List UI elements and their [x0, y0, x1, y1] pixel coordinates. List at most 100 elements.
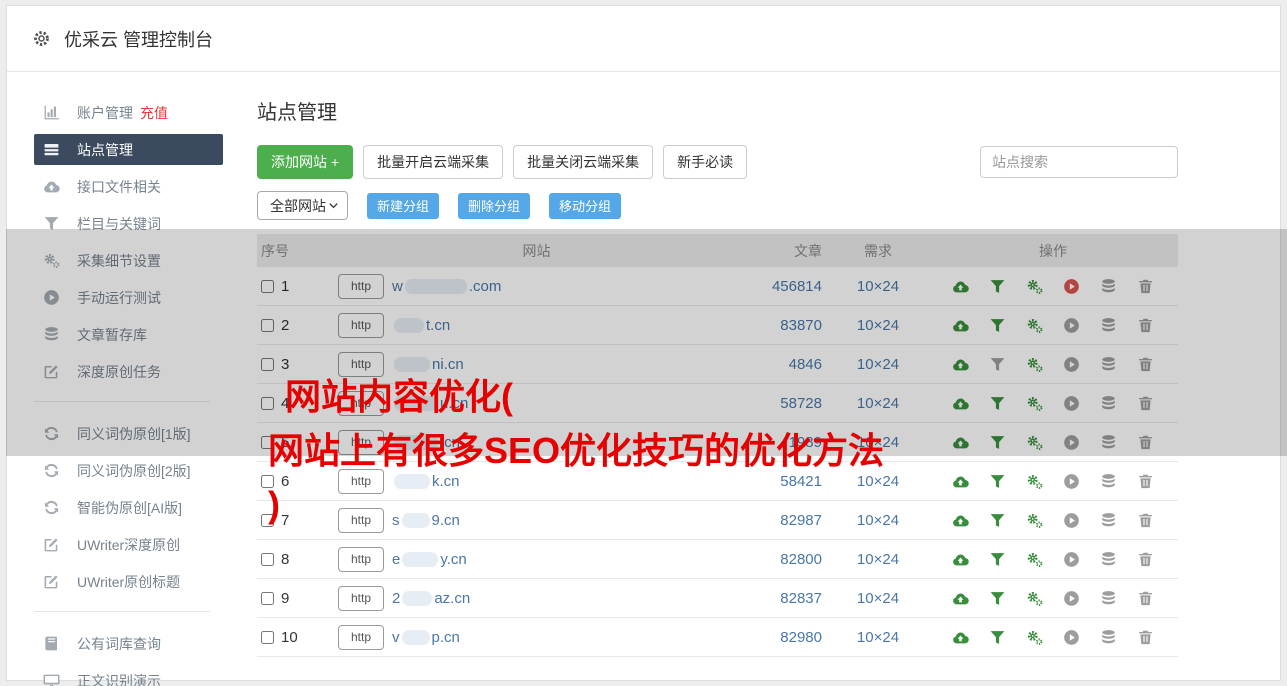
site-domain-link[interactable]: s 9.cn [392, 512, 460, 529]
row-checkbox[interactable] [261, 318, 274, 332]
play-circle-button[interactable] [1063, 356, 1080, 373]
database-button[interactable] [1100, 473, 1117, 490]
play-circle-button[interactable] [1063, 629, 1080, 646]
database-button[interactable] [1100, 356, 1117, 373]
article-count-link[interactable]: 58728 [780, 395, 822, 412]
article-count-link[interactable]: 1989 [789, 434, 822, 451]
gears-button[interactable] [1026, 551, 1043, 568]
gears-button[interactable] [1026, 473, 1043, 490]
article-count-link[interactable]: 58421 [780, 473, 822, 490]
filter-button[interactable] [989, 590, 1006, 607]
article-count-link[interactable]: 456814 [772, 278, 822, 295]
move-group-button[interactable]: 移动分组 [549, 192, 622, 219]
newbie-guide-button[interactable]: 新手必读 [663, 145, 748, 179]
gears-button[interactable] [1026, 629, 1043, 646]
row-checkbox[interactable] [261, 630, 274, 644]
filter-button[interactable] [989, 317, 1006, 334]
filter-button[interactable] [989, 473, 1006, 490]
site-search-input[interactable] [980, 146, 1178, 178]
play-circle-button[interactable] [1063, 590, 1080, 607]
site-domain-link[interactable]: w .com [392, 278, 501, 295]
sidebar-item[interactable]: 站点管理 [34, 134, 223, 165]
sidebar-item[interactable]: 公有词库查询 [34, 625, 223, 662]
database-button[interactable] [1100, 512, 1117, 529]
database-button[interactable] [1100, 434, 1117, 451]
play-circle-button[interactable] [1063, 473, 1080, 490]
sidebar-item[interactable]: 文章暂存库 [34, 316, 223, 353]
row-checkbox[interactable] [261, 279, 274, 293]
sidebar-item[interactable]: 正文识别演示 [34, 662, 223, 686]
site-domain-link[interactable]: ni.cn [392, 356, 464, 373]
sidebar-item[interactable]: 同义词伪原创[2版] [34, 452, 223, 489]
row-checkbox[interactable] [261, 591, 274, 605]
filter-button[interactable] [989, 434, 1006, 451]
gears-button[interactable] [1026, 434, 1043, 451]
filter-button[interactable] [989, 278, 1006, 295]
cloud-upload-button[interactable] [952, 434, 969, 451]
batch-open-button[interactable]: 批量开启云端采集 [363, 145, 504, 179]
play-circle-button[interactable] [1063, 551, 1080, 568]
sidebar-item[interactable]: 栏目与关键词 [34, 205, 223, 242]
filter-button[interactable] [989, 356, 1006, 373]
cloud-upload-button[interactable] [952, 590, 969, 607]
sidebar-item[interactable]: 同义词伪原创[1版] [34, 415, 223, 452]
cloud-upload-button[interactable] [952, 629, 969, 646]
article-count-link[interactable]: 82987 [780, 512, 822, 529]
site-domain-link[interactable]: k.cn [392, 473, 460, 490]
delete-group-button[interactable]: 删除分组 [458, 192, 531, 219]
add-site-button[interactable]: 添加网站 + [257, 145, 354, 179]
trash-button[interactable] [1137, 356, 1154, 373]
site-domain-link[interactable]: .cn [392, 434, 460, 451]
article-count-link[interactable]: 4846 [789, 356, 822, 373]
recharge-link[interactable]: 充值 [140, 103, 168, 123]
row-checkbox[interactable] [261, 513, 274, 527]
filter-button[interactable] [989, 395, 1006, 412]
sidebar-item[interactable]: 智能伪原创[AI版] [34, 489, 223, 526]
site-domain-link[interactable]: t.cn [392, 317, 450, 334]
trash-button[interactable] [1137, 473, 1154, 490]
play-circle-button[interactable] [1063, 434, 1080, 451]
sidebar-item[interactable]: UWriter原创标题 [34, 563, 223, 600]
play-circle-button[interactable] [1063, 317, 1080, 334]
trash-button[interactable] [1137, 278, 1154, 295]
site-domain-link[interactable]: 2 az.cn [392, 590, 470, 607]
site-domain-link[interactable]: v p.cn [392, 629, 460, 646]
article-count-link[interactable]: 82980 [780, 629, 822, 646]
trash-button[interactable] [1137, 551, 1154, 568]
site-domain-link[interactable]: e y.cn [392, 551, 467, 568]
article-count-link[interactable]: 82800 [780, 551, 822, 568]
cloud-upload-button[interactable] [952, 551, 969, 568]
sidebar-item[interactable]: 账户管理 充值 [34, 94, 223, 131]
play-circle-button[interactable] [1063, 395, 1080, 412]
site-domain-link[interactable]: u.cn [392, 395, 468, 412]
batch-close-button[interactable]: 批量关闭云端采集 [513, 145, 654, 179]
trash-button[interactable] [1137, 512, 1154, 529]
trash-button[interactable] [1137, 434, 1154, 451]
trash-button[interactable] [1137, 317, 1154, 334]
group-filter-select[interactable]: 全部网站 [257, 191, 348, 220]
cloud-upload-button[interactable] [952, 512, 969, 529]
sidebar-item[interactable]: 采集细节设置 [34, 242, 223, 279]
filter-button[interactable] [989, 512, 1006, 529]
play-circle-button[interactable] [1063, 278, 1080, 295]
cloud-upload-button[interactable] [952, 356, 969, 373]
row-checkbox[interactable] [261, 552, 274, 566]
gears-button[interactable] [1026, 512, 1043, 529]
gears-button[interactable] [1026, 356, 1043, 373]
row-checkbox[interactable] [261, 396, 274, 410]
row-checkbox[interactable] [261, 357, 274, 371]
database-button[interactable] [1100, 395, 1117, 412]
article-count-link[interactable]: 82837 [780, 590, 822, 607]
gears-button[interactable] [1026, 278, 1043, 295]
play-circle-button[interactable] [1063, 512, 1080, 529]
gears-button[interactable] [1026, 317, 1043, 334]
cloud-upload-button[interactable] [952, 278, 969, 295]
sidebar-item[interactable]: UWriter深度原创 [34, 526, 223, 563]
database-button[interactable] [1100, 278, 1117, 295]
cloud-upload-button[interactable] [952, 317, 969, 334]
database-button[interactable] [1100, 551, 1117, 568]
sidebar-item[interactable]: 深度原创任务 [34, 353, 223, 390]
trash-button[interactable] [1137, 395, 1154, 412]
row-checkbox[interactable] [261, 474, 274, 488]
cloud-upload-button[interactable] [952, 395, 969, 412]
